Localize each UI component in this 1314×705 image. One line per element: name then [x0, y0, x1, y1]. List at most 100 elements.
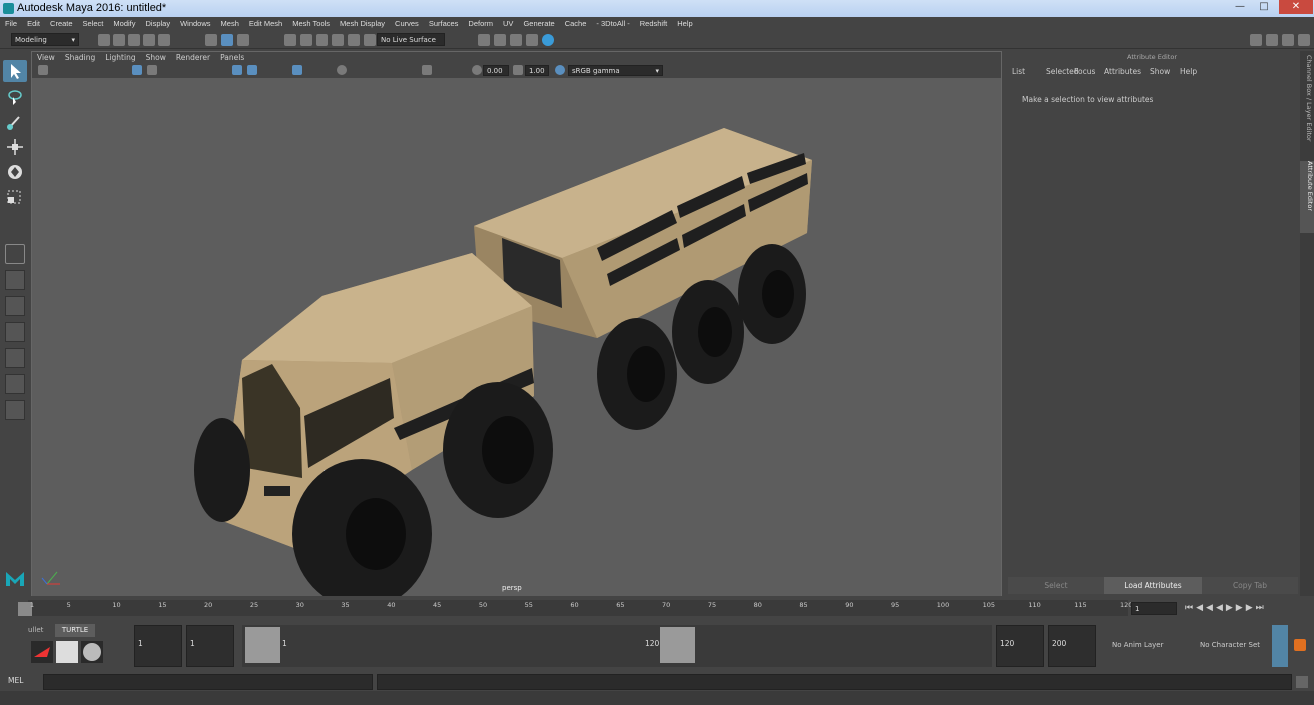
menu-cache[interactable]: Cache [560, 17, 592, 31]
scene-view[interactable]: persp [32, 78, 1001, 609]
playback-start-field[interactable]: 1 [186, 625, 234, 667]
lights-icon[interactable] [337, 65, 347, 75]
end-time-field[interactable]: 200 [1048, 625, 1096, 667]
lasso-tool-icon[interactable] [3, 86, 27, 108]
ae-menu-focus[interactable]: Focus [1074, 67, 1095, 76]
film-gate-icon[interactable] [147, 65, 157, 75]
snap-curve-icon[interactable] [300, 34, 312, 46]
shelf-tab-bullet[interactable]: ullet [28, 624, 54, 637]
live-surface-field[interactable]: No Live Surface [377, 33, 445, 46]
select-object-icon[interactable] [221, 34, 233, 46]
snap-point-icon[interactable] [316, 34, 328, 46]
menu-mesh-display[interactable]: Mesh Display [335, 17, 390, 31]
ae-load-attributes-button[interactable]: Load Attributes [1104, 577, 1202, 594]
vp-menu-shading[interactable]: Shading [60, 52, 100, 64]
range-slider[interactable]: 1 120 [242, 625, 992, 667]
start-time-field[interactable]: 1 [134, 625, 182, 667]
character-set-dropdown[interactable]: No Character Set [1200, 641, 1260, 649]
move-tool-icon[interactable] [3, 136, 27, 158]
snap-surface-icon[interactable] [348, 34, 360, 46]
ae-menu-help[interactable]: Help [1180, 67, 1197, 76]
step-forward-icon[interactable]: ▶ [1246, 603, 1256, 613]
time-ruler[interactable]: 1 5 10 15 20 25 30 35 40 45 50 55 60 65 70 75 80 85 90 95 10… [18, 600, 1132, 616]
ae-menu-list[interactable]: List [1012, 67, 1025, 76]
camera-icon[interactable] [38, 65, 48, 75]
layout-two-side-icon[interactable] [5, 322, 25, 342]
layout-two-stack-icon[interactable] [5, 348, 25, 368]
menu-windows[interactable]: Windows [175, 17, 215, 31]
step-forward-key-icon[interactable]: ▶ [1236, 603, 1246, 613]
minimize-button[interactable]: — [1229, 0, 1251, 14]
shelf-item-render-icon[interactable] [31, 641, 53, 663]
vp-menu-show[interactable]: Show [141, 52, 171, 64]
auto-key-icon[interactable] [1272, 625, 1288, 667]
menu-help[interactable]: Help [672, 17, 697, 31]
menu-edit-mesh[interactable]: Edit Mesh [244, 17, 287, 31]
select-component-icon[interactable] [237, 34, 249, 46]
layout-four-icon[interactable] [5, 296, 25, 316]
shelf-item-sphere-icon[interactable] [81, 641, 103, 663]
play-backward-icon[interactable]: ◀ [1216, 603, 1226, 613]
anim-prefs-icon[interactable] [1294, 639, 1306, 651]
render-frame-icon[interactable] [494, 34, 506, 46]
channel-box-tab[interactable]: Channel Box / Layer Editor [1301, 55, 1313, 155]
menu-3dtoall[interactable]: - 3DtoAll - [591, 17, 634, 31]
wireframe-icon[interactable] [232, 65, 242, 75]
redo-icon[interactable] [158, 34, 170, 46]
menu-curves[interactable]: Curves [390, 17, 424, 31]
shelf-tab-turtle[interactable]: TURTLE [55, 624, 95, 637]
go-to-end-icon[interactable]: ⏭ [1256, 603, 1267, 613]
mel-input[interactable] [43, 674, 373, 690]
snap-view-icon[interactable] [332, 34, 344, 46]
layout-single-icon[interactable] [5, 270, 25, 290]
select-hierarchy-icon[interactable] [205, 34, 217, 46]
grid-icon[interactable] [132, 65, 142, 75]
play-forward-icon[interactable]: ▶ [1226, 603, 1236, 613]
ae-copy-tab-button[interactable]: Copy Tab [1202, 577, 1298, 594]
current-frame-field[interactable]: 1 [1131, 602, 1177, 615]
hypershade-icon[interactable] [542, 34, 554, 46]
attribute-editor-tab[interactable]: Attribute Editor [1300, 161, 1314, 233]
menu-modify[interactable]: Modify [108, 17, 140, 31]
last-tool-icon[interactable] [5, 244, 25, 264]
ae-select-button[interactable]: Select [1008, 577, 1104, 594]
step-back-icon[interactable]: ◀ [1196, 603, 1206, 613]
render-view-icon[interactable] [526, 34, 538, 46]
live-surface-icon[interactable] [364, 34, 376, 46]
color-management-icon[interactable] [555, 65, 565, 75]
workspace-icon[interactable] [1250, 34, 1262, 46]
channel-box-toggle-icon[interactable] [1298, 34, 1310, 46]
layout-graph-icon[interactable] [5, 400, 25, 420]
rotate-tool-icon[interactable] [3, 161, 27, 183]
vp-menu-renderer[interactable]: Renderer [171, 52, 215, 64]
maximize-button[interactable]: □ [1253, 0, 1275, 14]
vp-menu-panels[interactable]: Panels [215, 52, 249, 64]
select-tool-icon[interactable] [3, 60, 27, 82]
menu-set-dropdown[interactable]: Modeling ▾ [11, 33, 79, 46]
vp-menu-view[interactable]: View [32, 52, 60, 64]
open-scene-icon[interactable] [113, 34, 125, 46]
range-end-handle[interactable] [660, 627, 695, 663]
exposure-field[interactable]: 1.00 [525, 65, 549, 76]
anim-layer-dropdown[interactable]: No Anim Layer [1112, 641, 1163, 649]
new-scene-icon[interactable] [98, 34, 110, 46]
ae-menu-attributes[interactable]: Attributes [1104, 67, 1141, 76]
menu-select[interactable]: Select [78, 17, 109, 31]
shelf-item-bake-icon[interactable] [56, 641, 78, 663]
textured-icon[interactable] [292, 65, 302, 75]
scale-tool-icon[interactable] [3, 186, 27, 208]
menu-redshift[interactable]: Redshift [635, 17, 673, 31]
exposure-icon[interactable] [513, 65, 523, 75]
smooth-shade-icon[interactable] [247, 65, 257, 75]
menu-surfaces[interactable]: Surfaces [424, 17, 464, 31]
close-button[interactable]: ✕ [1279, 0, 1313, 14]
modeling-toolkit-icon[interactable] [1266, 34, 1278, 46]
attribute-editor-toggle-icon[interactable] [1282, 34, 1294, 46]
mel-label[interactable]: MEL [8, 676, 42, 685]
go-to-start-icon[interactable]: ⏮ [1185, 603, 1196, 613]
menu-generate[interactable]: Generate [518, 17, 559, 31]
ipr-render-icon[interactable] [510, 34, 522, 46]
menu-deform[interactable]: Deform [463, 17, 498, 31]
menu-edit[interactable]: Edit [22, 17, 45, 31]
menu-file[interactable]: File [0, 17, 22, 31]
